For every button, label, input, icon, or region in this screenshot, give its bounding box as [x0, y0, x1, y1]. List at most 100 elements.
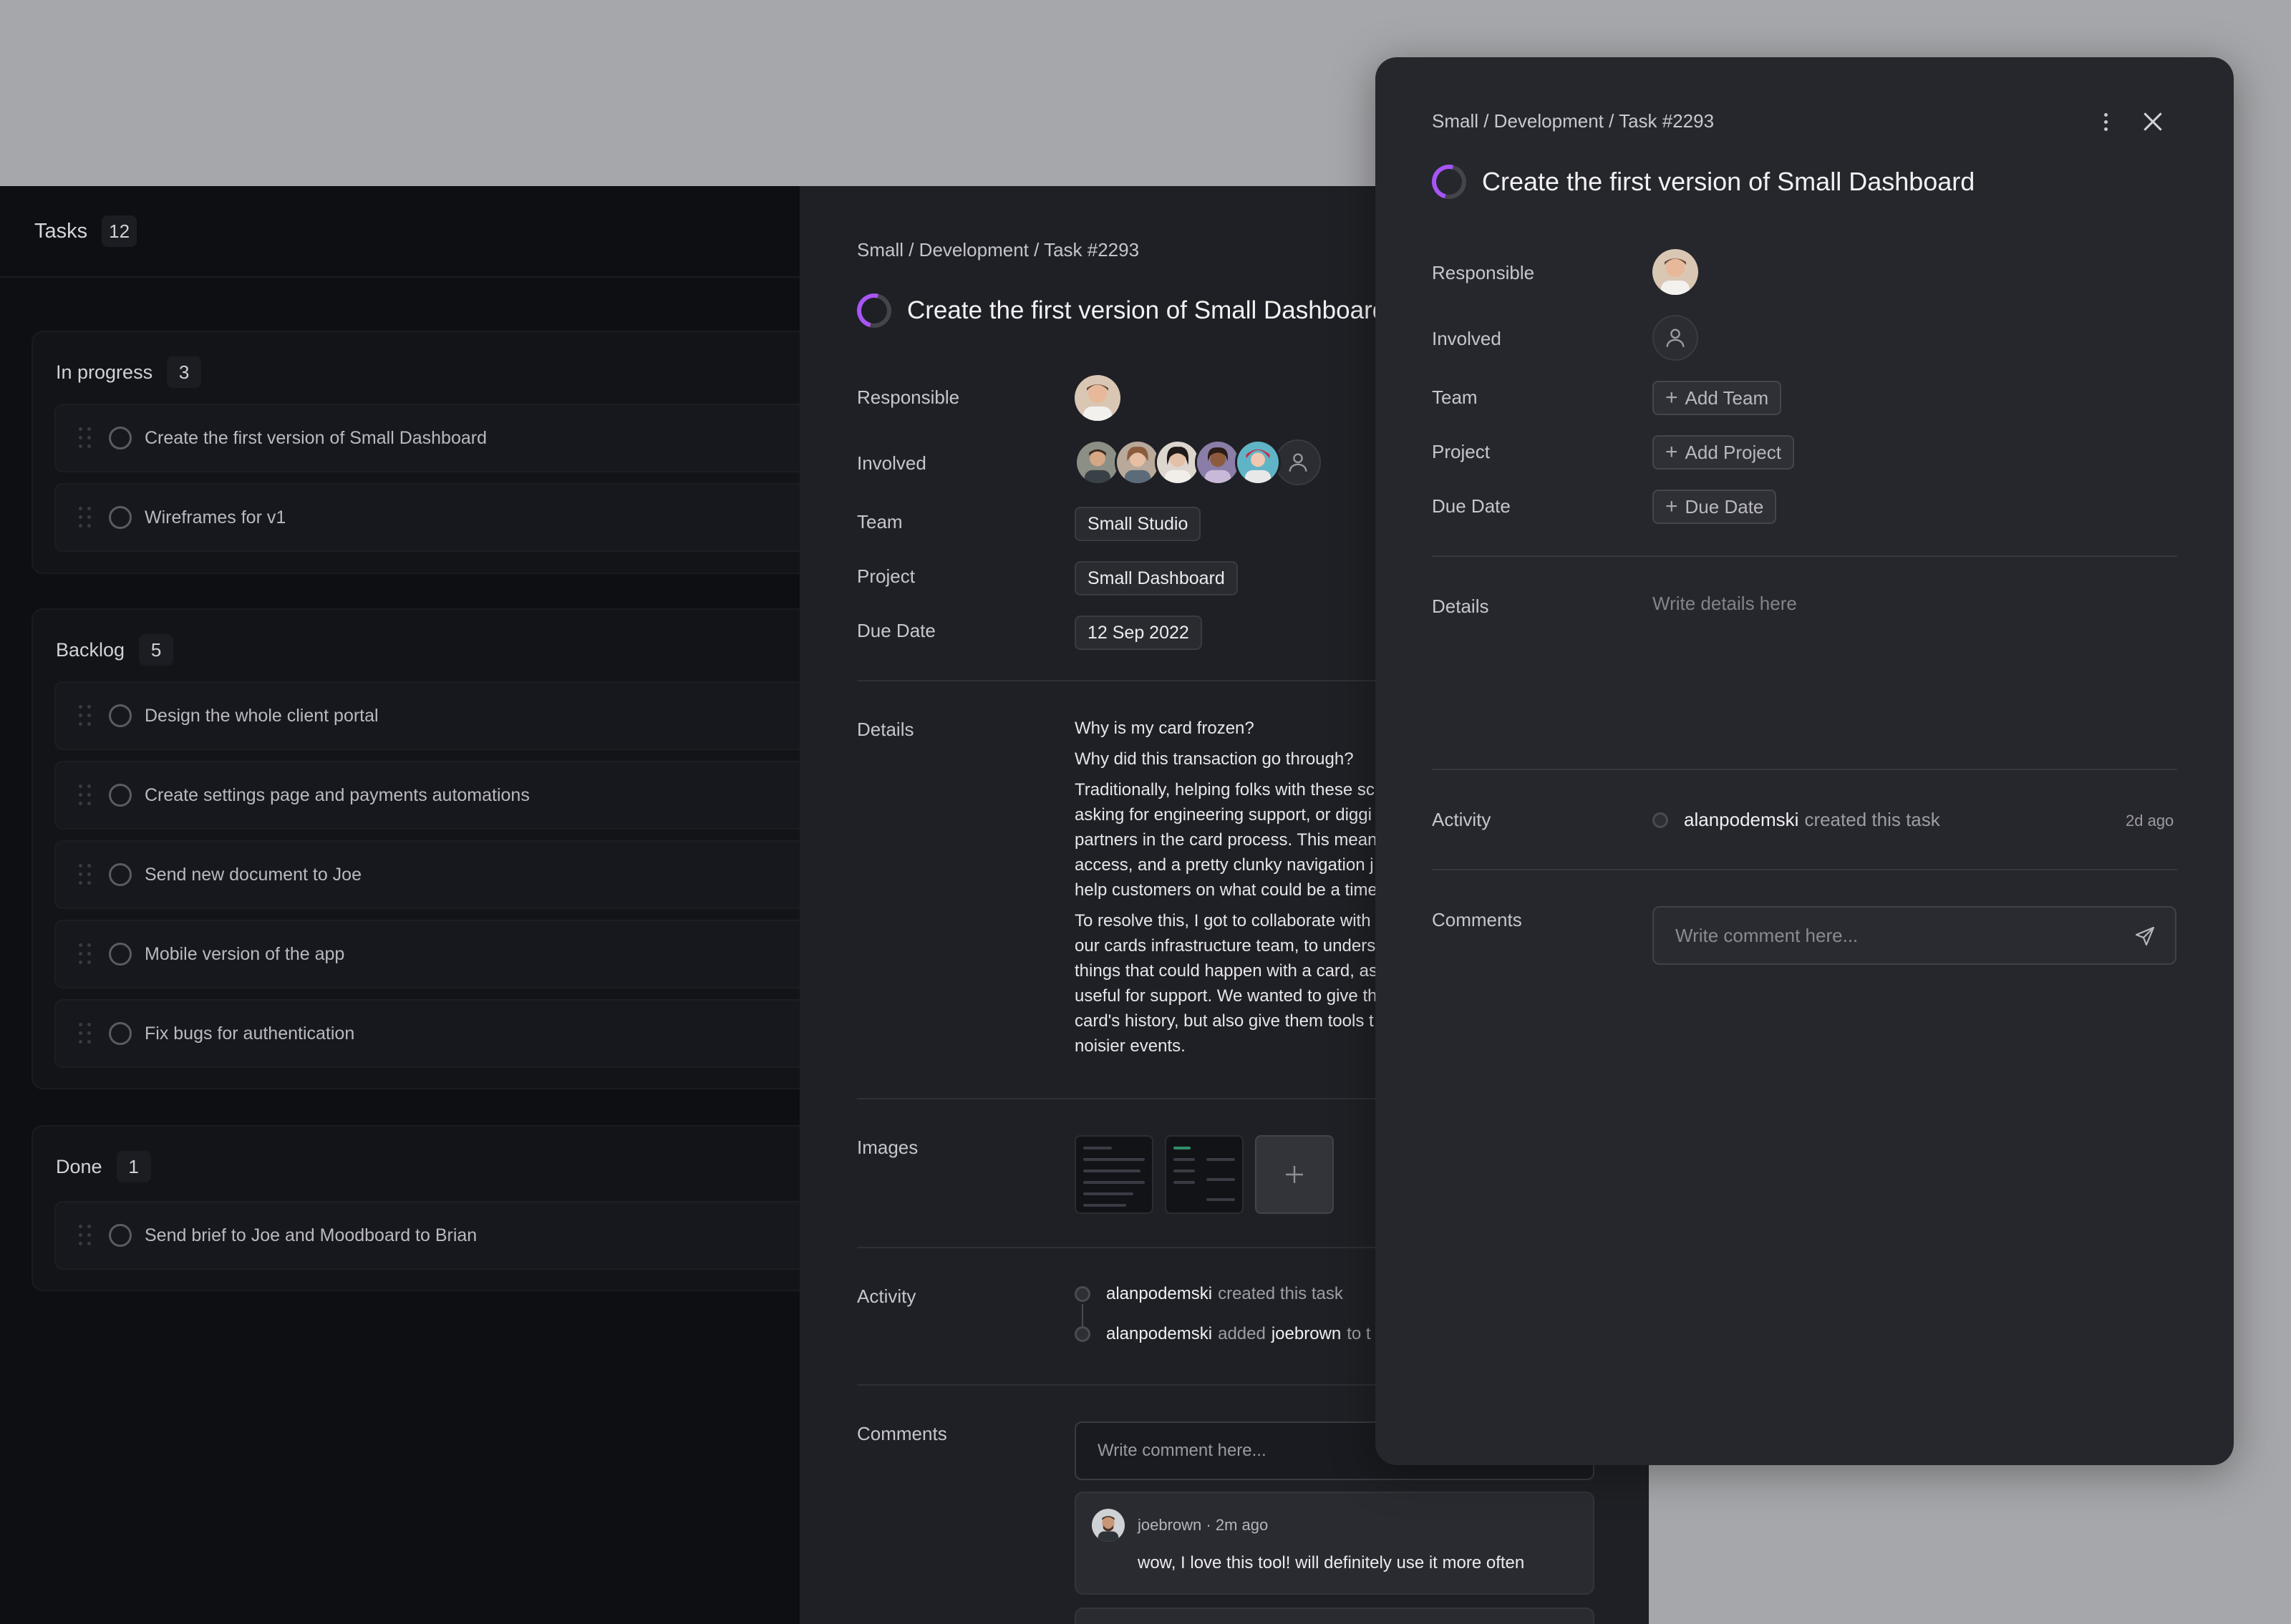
task-label: Mobile version of the app — [145, 943, 345, 964]
close-icon[interactable] — [2139, 107, 2167, 136]
activity-dot-icon — [1652, 812, 1668, 828]
plus-icon: + — [1665, 495, 1678, 518]
responsible-label: Responsible — [857, 386, 960, 408]
task-item[interactable]: Design the whole client portal — [54, 681, 835, 750]
group-count: 5 — [139, 634, 174, 666]
activity-action: created this task — [1218, 1284, 1343, 1303]
responsible-avatar[interactable] — [1652, 249, 1698, 295]
drag-handle-icon[interactable] — [79, 943, 93, 965]
task-item[interactable]: Wireframes for v1 — [54, 483, 835, 552]
responsible-avatar[interactable] — [1075, 375, 1120, 421]
drag-handle-icon[interactable] — [79, 784, 93, 806]
breadcrumb[interactable]: Small / Development / Task #2293 — [1432, 110, 1714, 132]
details-line: card's history, but also give them tools… — [1075, 1011, 1374, 1031]
task-item[interactable]: Mobile version of the app — [54, 920, 835, 988]
add-team-button[interactable]: + Add Team — [1652, 381, 1782, 415]
task-item[interactable]: Create settings page and payments automa… — [54, 761, 835, 830]
activity-user[interactable]: alanpodemski — [1106, 1324, 1212, 1344]
task-title[interactable]: Create the first version of Small Dashbo… — [907, 296, 1386, 325]
task-status-checkbox[interactable] — [109, 506, 132, 529]
add-involved-button[interactable] — [1652, 315, 1698, 361]
activity-user[interactable]: alanpodemski — [1106, 1284, 1212, 1304]
task-item[interactable]: Send brief to Joe and Moodboard to Brian — [54, 1201, 835, 1270]
add-involved-button[interactable] — [1275, 439, 1321, 485]
divider — [1432, 869, 2177, 870]
title-row: Create the first version of Small Dashbo… — [851, 287, 1386, 334]
group-done: Done 1 Send brief to Joe and Moodboard t… — [32, 1125, 835, 1291]
avatar[interactable] — [1652, 249, 1698, 295]
in-progress-ring-icon[interactable] — [851, 287, 898, 334]
task-status-checkbox[interactable] — [109, 1022, 132, 1045]
due-date-label: Due Date — [857, 620, 936, 641]
task-item[interactable]: Fix bugs for authentication — [54, 999, 835, 1068]
in-progress-ring-icon[interactable] — [1425, 158, 1473, 205]
involved-label: Involved — [1432, 328, 1501, 349]
activity-label: Activity — [857, 1285, 916, 1307]
add-due-date-button[interactable]: + Due Date — [1652, 490, 1777, 524]
vertical-ellipsis-icon[interactable] — [2091, 107, 2120, 136]
image-thumbnail[interactable] — [1165, 1135, 1244, 1214]
comment-input[interactable]: Write comment here... — [1652, 906, 2176, 965]
task-title[interactable]: Create the first version of Small Dashbo… — [1482, 167, 1975, 197]
add-image-button[interactable] — [1255, 1135, 1334, 1214]
add-team-label: Add Team — [1685, 386, 1769, 409]
task-status-checkbox[interactable] — [109, 427, 132, 449]
board-header: Tasks 12 — [0, 186, 816, 278]
details-line: access, and a pretty clunky navigation j — [1075, 855, 1374, 875]
avatar[interactable] — [1155, 439, 1201, 485]
activity-dot-icon — [1075, 1326, 1090, 1342]
group-title: In progress — [56, 361, 153, 383]
drag-handle-icon[interactable] — [79, 705, 93, 726]
involved-avatars[interactable] — [1075, 439, 1321, 485]
send-icon[interactable] — [2133, 925, 2156, 948]
divider — [1432, 769, 2177, 770]
project-chip[interactable]: Small Dashboard — [1075, 561, 1238, 595]
details-line: things that could happen with a card, as — [1075, 961, 1377, 981]
avatar[interactable] — [1235, 439, 1281, 485]
details-line: useful for support. We wanted to give th — [1075, 986, 1377, 1006]
group-title: Done — [56, 1155, 102, 1177]
task-status-checkbox[interactable] — [109, 943, 132, 966]
group-header[interactable]: In progress 3 — [33, 332, 832, 412]
comment-card: joebrown · 2m ago wow, I love this tool!… — [1075, 1492, 1594, 1595]
breadcrumb[interactable]: Small / Development / Task #2293 — [857, 239, 1139, 261]
group-in-progress: In progress 3 Create the first version o… — [32, 331, 835, 574]
board-task-count: 12 — [102, 215, 137, 247]
drag-handle-icon[interactable] — [79, 864, 93, 885]
due-date-chip[interactable]: 12 Sep 2022 — [1075, 616, 1202, 650]
avatar[interactable] — [1115, 439, 1161, 485]
activity-user[interactable]: alanpodemski — [1684, 809, 1798, 831]
details-line: Traditionally, helping folks with these … — [1075, 780, 1375, 799]
task-item[interactable]: Create the first version of Small Dashbo… — [54, 404, 835, 472]
board-title: Tasks — [34, 219, 88, 243]
avatar[interactable] — [1092, 1509, 1125, 1542]
drag-handle-icon[interactable] — [79, 1023, 93, 1044]
task-label: Create the first version of Small Dashbo… — [145, 427, 487, 448]
avatar[interactable] — [1075, 439, 1120, 485]
task-item[interactable]: Send new document to Joe — [54, 840, 835, 909]
image-thumbnail[interactable] — [1075, 1135, 1153, 1214]
details-text[interactable]: Why is my card frozen? Why did this tran… — [1075, 716, 1390, 1059]
add-project-label: Add Project — [1685, 441, 1781, 463]
task-label: Send new document to Joe — [145, 864, 362, 885]
team-chip[interactable]: Small Studio — [1075, 507, 1201, 541]
activity-target[interactable]: joebrown — [1272, 1324, 1341, 1344]
group-header[interactable]: Done 1 — [33, 1127, 832, 1207]
title-row: Create the first version of Small Dashbo… — [1425, 158, 1975, 205]
drag-handle-icon[interactable] — [79, 507, 93, 528]
add-project-button[interactable]: + Add Project — [1652, 435, 1794, 470]
responsible-label: Responsible — [1432, 262, 1535, 283]
details-line: our cards infrastructure team, to unders — [1075, 936, 1376, 956]
details-input[interactable]: Write details here — [1652, 593, 1797, 615]
task-status-checkbox[interactable] — [109, 863, 132, 886]
avatar[interactable] — [1075, 375, 1120, 421]
avatar[interactable] — [1195, 439, 1241, 485]
group-header[interactable]: Backlog 5 — [33, 610, 832, 690]
group-title: Backlog — [56, 638, 125, 661]
task-status-checkbox[interactable] — [109, 1224, 132, 1247]
drag-handle-icon[interactable] — [79, 427, 93, 449]
task-status-checkbox[interactable] — [109, 704, 132, 727]
team-label: Team — [857, 511, 903, 533]
task-status-checkbox[interactable] — [109, 784, 132, 807]
drag-handle-icon[interactable] — [79, 1225, 93, 1246]
